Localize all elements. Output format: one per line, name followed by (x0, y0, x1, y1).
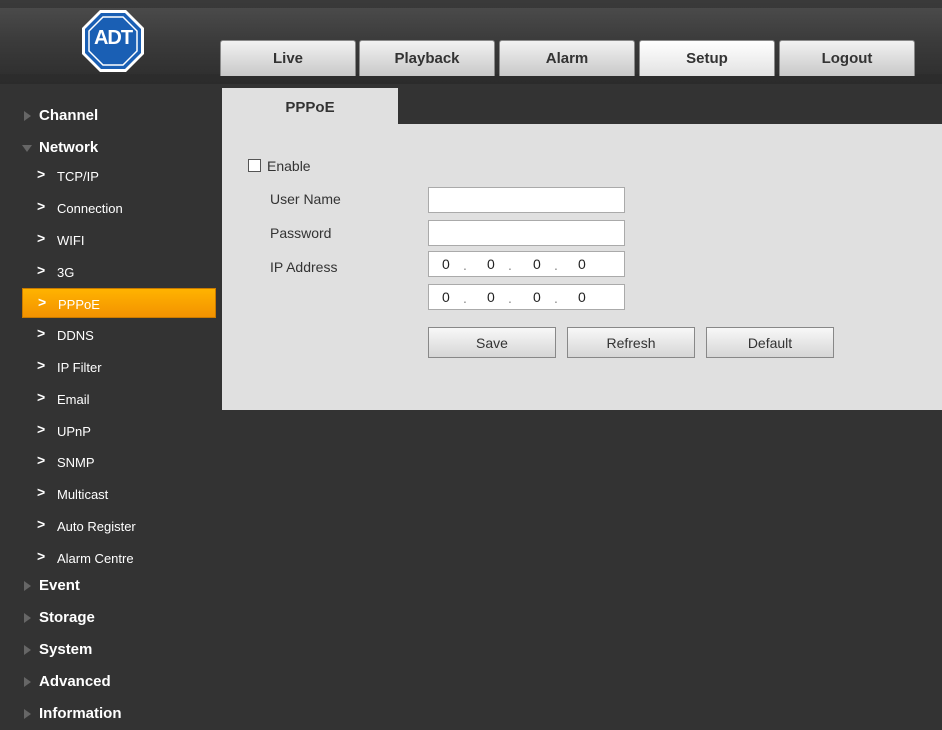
sidebar-item-label: WIFI (57, 233, 85, 248)
chevron-right-icon: > (37, 421, 46, 437)
sidebar-item-pppoe[interactable]: > PPPoE (22, 288, 216, 318)
ip-separator: . (554, 257, 558, 273)
ip-separator: . (508, 257, 512, 273)
tab-alarm[interactable]: Alarm (499, 40, 635, 76)
password-input[interactable] (428, 220, 625, 246)
sidebar-group-label: Network (39, 139, 99, 156)
sidebar-item-tcpip[interactable]: > TCP/IP (22, 161, 216, 191)
sidebar-group-information[interactable]: Information (0, 699, 216, 729)
sidebar-item-label: Auto Register (57, 519, 136, 534)
ip-separator: . (463, 290, 467, 306)
sidebar-item-snmp[interactable]: > SNMP (22, 447, 216, 477)
ip-octet[interactable]: 0 (578, 256, 586, 272)
sidebar-item-email[interactable]: > Email (22, 384, 216, 414)
sidebar-item-label: Connection (57, 201, 123, 216)
sidebar-group-event[interactable]: Event (0, 571, 216, 601)
ip-separator: . (508, 290, 512, 306)
chevron-right-icon: > (37, 357, 46, 373)
save-button[interactable]: Save (428, 327, 556, 358)
sidebar-group-system[interactable]: System (0, 635, 216, 665)
triangle-right-icon (24, 581, 31, 591)
sidebar-group-label: Storage (39, 609, 95, 626)
sidebar-item-label: PPPoE (58, 297, 100, 312)
sidebar-item-label: Alarm Centre (57, 551, 134, 566)
chevron-right-icon: > (37, 325, 46, 341)
chevron-right-icon: > (37, 230, 46, 246)
chevron-right-icon: > (37, 548, 46, 564)
ip-octet[interactable]: 0 (533, 256, 541, 272)
sidebar-item-multicast[interactable]: > Multicast (22, 479, 216, 509)
password-label: Password (270, 225, 332, 241)
triangle-down-icon (22, 145, 32, 152)
default-button[interactable]: Default (706, 327, 834, 358)
sidebar-group-network[interactable]: Network (0, 133, 216, 163)
sidebar-item-upnp[interactable]: > UPnP (22, 416, 216, 446)
tab-setup[interactable]: Setup (639, 40, 775, 76)
ip-octet[interactable]: 0 (533, 289, 541, 305)
ip-address-input-2[interactable]: 0 . 0 . 0 . 0 (428, 284, 625, 310)
user-name-label: User Name (270, 191, 341, 207)
enable-label: Enable (267, 158, 311, 174)
chevron-right-icon: > (37, 516, 46, 532)
sidebar-item-3g[interactable]: > 3G (22, 257, 216, 287)
sidebar-group-advanced[interactable]: Advanced (0, 667, 216, 697)
ip-octet[interactable]: 0 (578, 289, 586, 305)
triangle-right-icon (24, 111, 31, 121)
sidebar-group-label: Advanced (39, 673, 111, 690)
sidebar-item-label: TCP/IP (57, 169, 99, 184)
header: ADT Live Playback Alarm Setup Logout (0, 0, 942, 84)
sidebar-item-label: DDNS (57, 328, 94, 343)
chevron-right-icon: > (37, 262, 46, 278)
tab-playback[interactable]: Playback (359, 40, 495, 76)
sidebar-item-label: 3G (57, 265, 75, 280)
ip-address-label: IP Address (270, 259, 338, 275)
sidebar-group-storage[interactable]: Storage (0, 603, 216, 633)
tab-pppoe[interactable]: PPPoE (222, 88, 398, 124)
enable-checkbox[interactable] (248, 159, 261, 172)
ip-octet[interactable]: 0 (487, 289, 495, 305)
pppoe-settings-panel: Enable User Name Password IP Address 0 .… (222, 124, 942, 410)
triangle-right-icon (24, 613, 31, 623)
sidebar-group-channel[interactable]: Channel (0, 101, 216, 131)
tab-logout[interactable]: Logout (779, 40, 915, 76)
ip-address-input[interactable]: 0 . 0 . 0 . 0 (428, 251, 625, 277)
refresh-button[interactable]: Refresh (567, 327, 695, 358)
sidebar-group-label: Information (39, 705, 122, 722)
sidebar-item-label: SNMP (57, 455, 95, 470)
sidebar-item-ip-filter[interactable]: > IP Filter (22, 352, 216, 382)
sidebar-item-ddns[interactable]: > DDNS (22, 320, 216, 350)
sidebar-group-label: System (39, 641, 93, 658)
sidebar-group-label: Channel (39, 107, 99, 124)
ip-separator: . (554, 290, 558, 306)
tab-live[interactable]: Live (220, 40, 356, 76)
adt-logo: ADT (80, 8, 146, 74)
chevron-right-icon: > (38, 294, 47, 310)
chevron-right-icon: > (37, 389, 46, 405)
chevron-right-icon: > (37, 198, 46, 214)
ip-separator: . (463, 257, 467, 273)
triangle-right-icon (24, 677, 31, 687)
chevron-right-icon: > (37, 452, 46, 468)
sidebar-group-label: Event (39, 577, 80, 594)
chevron-right-icon: > (37, 166, 46, 182)
sidebar-item-connection[interactable]: > Connection (22, 193, 216, 223)
ip-octet[interactable]: 0 (442, 256, 450, 272)
sidebar-item-label: Email (57, 392, 90, 407)
ip-octet[interactable]: 0 (442, 289, 450, 305)
sidebar-item-wifi[interactable]: > WIFI (22, 225, 216, 255)
chevron-right-icon: > (37, 484, 46, 500)
sidebar-item-label: IP Filter (57, 360, 102, 375)
logo-text: ADT (93, 27, 133, 49)
triangle-right-icon (24, 709, 31, 719)
sidebar-item-alarm-centre[interactable]: > Alarm Centre (22, 543, 216, 573)
user-name-input[interactable] (428, 187, 625, 213)
sidebar-item-auto-register[interactable]: > Auto Register (22, 511, 216, 541)
sidebar-item-label: Multicast (57, 487, 109, 502)
triangle-right-icon (24, 645, 31, 655)
ip-octet[interactable]: 0 (487, 256, 495, 272)
sidebar-item-label: UPnP (57, 424, 91, 439)
